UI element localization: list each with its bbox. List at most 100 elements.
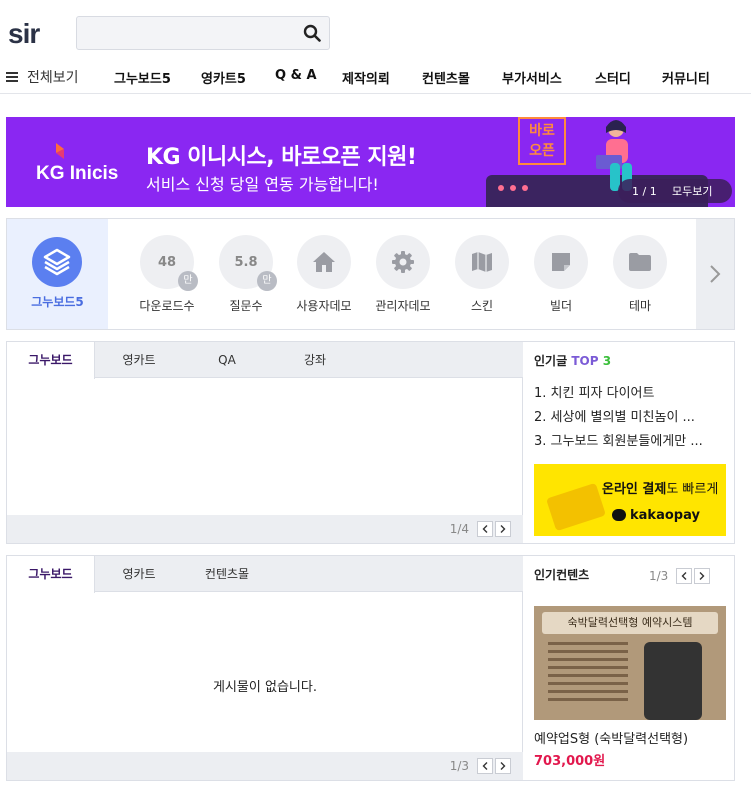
folder-icon bbox=[629, 253, 651, 271]
tab-contents-mall[interactable]: 컨텐츠몰 bbox=[183, 556, 271, 592]
contents-pager: 1/3 bbox=[450, 758, 511, 774]
quick-item-gnuboard5[interactable]: 그누보드5 bbox=[7, 219, 108, 329]
quick-item-questions[interactable]: 5.8 만 질문수 bbox=[207, 235, 285, 314]
product-thumbnail[interactable]: 숙박달력선택형 예약시스템 bbox=[534, 606, 726, 720]
hamburger-icon bbox=[6, 72, 18, 82]
promo-banner[interactable]: KG Inicis KG 이니시스, 바로오픈 지원! 서비스 신청 당일 연동… bbox=[6, 117, 735, 207]
quick-item-skin[interactable]: 스킨 bbox=[443, 235, 521, 314]
contents-latest: 그누보드 영카트 컨텐츠몰 게시물이 없습니다. 1/3 bbox=[7, 556, 523, 780]
chevron-left-icon bbox=[482, 525, 488, 533]
chevron-right-icon bbox=[710, 265, 721, 283]
search-input[interactable] bbox=[77, 17, 287, 49]
kakao-ad-bold: 온라인 결제 bbox=[602, 482, 667, 497]
admin-demo-label: 관리자데모 bbox=[375, 299, 431, 313]
nav-item-youngcart[interactable]: 영카트5 bbox=[201, 68, 246, 87]
nav-item-qa[interactable]: Q & A bbox=[275, 68, 317, 83]
hot-count-text: 3 bbox=[602, 354, 612, 368]
map-icon bbox=[472, 252, 492, 272]
nav-item-community[interactable]: 커뮤니티 bbox=[662, 68, 710, 87]
home-icon-circle bbox=[297, 235, 351, 289]
prev-button[interactable] bbox=[477, 521, 493, 537]
view-all-button[interactable]: 모두보기 bbox=[670, 183, 712, 199]
hot-title-text: 인기글 bbox=[534, 354, 568, 368]
prev-button-2[interactable] bbox=[477, 758, 493, 774]
downloads-unit: 만 bbox=[178, 271, 198, 291]
nav-item-contents-mall[interactable]: 컨텐츠몰 bbox=[422, 68, 470, 87]
board-pager: 1/4 bbox=[450, 521, 511, 537]
tab-gnuboard-2[interactable]: 그누보드 bbox=[7, 556, 95, 593]
user-demo-label: 사용자데모 bbox=[296, 299, 352, 313]
tab-youngcart-2[interactable]: 영카트 bbox=[95, 556, 183, 592]
popular-contents-title: 인기컨텐츠 bbox=[534, 568, 590, 582]
chat-bubble-icon bbox=[612, 509, 626, 521]
board-panel-2: 그누보드 영카트 컨텐츠몰 게시물이 없습니다. 1/3 인기컨텐츠 1/3 숙… bbox=[6, 555, 735, 781]
tab-qa[interactable]: QA bbox=[183, 342, 271, 378]
kakao-ad-rest: 도 빠르게 bbox=[666, 482, 719, 497]
banner-counter: 1 / 1 bbox=[632, 184, 657, 198]
badge-line1: 바로 bbox=[529, 123, 555, 139]
chevron-left-icon bbox=[482, 762, 488, 770]
chevron-right-icon bbox=[500, 525, 506, 533]
product-thumbnail-title: 숙박달력선택형 예약시스템 bbox=[542, 612, 718, 634]
banner-title: KG 이니시스, 바로오픈 지원! bbox=[146, 145, 417, 170]
brand-name: KG Inicis bbox=[36, 163, 119, 184]
quick-item-downloads[interactable]: 48 만 다운로드수 bbox=[128, 235, 206, 314]
site-logo[interactable]: sir bbox=[8, 18, 40, 50]
kakaopay-logo: kakaopay bbox=[612, 508, 700, 523]
next-button-2[interactable] bbox=[495, 758, 511, 774]
card-illustration bbox=[546, 482, 606, 532]
popular-next-button[interactable] bbox=[694, 568, 711, 584]
hot-post-1[interactable]: 1. 치킨 피자 다이어트 bbox=[534, 382, 654, 401]
folder-icon-circle bbox=[613, 235, 667, 289]
tab-gnuboard[interactable]: 그누보드 bbox=[7, 342, 95, 379]
nav-item-study[interactable]: 스터디 bbox=[595, 68, 631, 87]
quick-item-admin-demo[interactable]: 관리자데모 bbox=[364, 235, 442, 314]
downloads-stat: 48 만 bbox=[140, 235, 198, 291]
open-badge: 바로 오픈 bbox=[518, 117, 566, 165]
nav-item-request[interactable]: 제작의뢰 bbox=[342, 68, 390, 87]
chevron-right-icon bbox=[500, 762, 506, 770]
product-name[interactable]: 예약업S형 (숙박달력선택형) bbox=[534, 728, 688, 747]
page-indicator: 1/4 bbox=[449, 522, 469, 536]
all-menu-button[interactable]: 전체보기 bbox=[6, 67, 79, 87]
hot-post-3[interactable]: 3. 그누보드 회원분들에게만 ... bbox=[534, 430, 703, 449]
board-footer: 1/4 bbox=[7, 515, 523, 543]
skin-label: 스킨 bbox=[470, 299, 494, 313]
kakaopay-ad[interactable]: 온라인 결제도 빠르게 kakaopay bbox=[534, 464, 726, 536]
gear-icon-circle bbox=[376, 235, 430, 289]
quick-next-button[interactable] bbox=[696, 219, 734, 329]
contents-tabs: 그누보드 영카트 컨텐츠몰 bbox=[7, 556, 523, 593]
questions-unit: 만 bbox=[257, 271, 277, 291]
nav-item-addon[interactable]: 부가서비스 bbox=[502, 68, 562, 87]
popular-contents: 인기컨텐츠 1/3 숙박달력선택형 예약시스템 예약업S형 (숙박달력선택형) … bbox=[524, 556, 734, 780]
quick-primary-label: 그누보드5 bbox=[31, 295, 84, 309]
tab-lecture[interactable]: 강좌 bbox=[271, 342, 359, 378]
banner-pagination: 1 / 1 모두보기 bbox=[618, 179, 732, 203]
feature-lines bbox=[548, 642, 628, 706]
nav-item-gnuboard[interactable]: 그누보드5 bbox=[114, 68, 171, 87]
quick-item-theme[interactable]: 테마 bbox=[601, 235, 679, 314]
phone-illustration bbox=[644, 642, 702, 720]
board-tabs: 그누보드 영카트 QA 강좌 bbox=[7, 342, 523, 379]
quick-item-user-demo[interactable]: 사용자데모 bbox=[285, 235, 363, 314]
hot-post-2[interactable]: 2. 세상에 별의별 미친놈이 ... bbox=[534, 406, 695, 425]
next-button[interactable] bbox=[495, 521, 511, 537]
tab-youngcart[interactable]: 영카트 bbox=[95, 342, 183, 378]
questions-label: 질문수 bbox=[229, 299, 263, 313]
main-nav: 전체보기 그누보드5 영카트5 Q & A 제작의뢰 컨텐츠몰 부가서비스 스터… bbox=[0, 64, 751, 94]
layers-icon-circle bbox=[32, 237, 82, 287]
note-icon-circle bbox=[534, 235, 588, 289]
home-icon bbox=[313, 252, 335, 272]
all-menu-label: 전체보기 bbox=[27, 70, 79, 86]
quick-item-builder[interactable]: 빌더 bbox=[522, 235, 600, 314]
search-icon[interactable] bbox=[303, 24, 321, 42]
kakao-ad-line1: 온라인 결제도 빠르게 bbox=[602, 478, 718, 497]
popular-prev-button[interactable] bbox=[676, 568, 693, 584]
banner-subtitle: 서비스 신청 당일 연동 가능합니다! bbox=[146, 175, 379, 194]
contents-footer: 1/3 bbox=[7, 752, 523, 780]
kg-logo-icon bbox=[56, 143, 64, 159]
page-indicator-2: 1/3 bbox=[449, 759, 469, 773]
hot-posts: 인기글 TOP 3 1. 치킨 피자 다이어트 2. 세상에 별의별 미친놈이 … bbox=[524, 342, 734, 543]
theme-label: 테마 bbox=[628, 299, 652, 313]
board-panel-1: 그누보드 영카트 QA 강좌 1/4 인기글 TOP 3 1. 치킨 피자 다이… bbox=[6, 341, 735, 544]
